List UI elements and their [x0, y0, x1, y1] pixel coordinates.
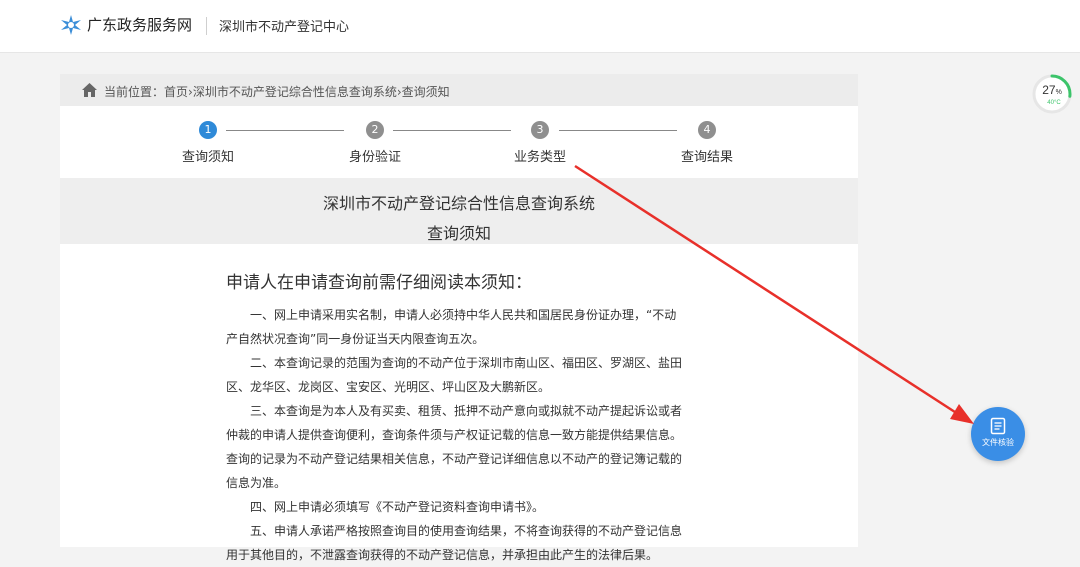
step-3-label: 业务类型: [513, 150, 566, 165]
step-1-circle: 1: [199, 121, 217, 139]
notice-content: 申请人在申请查询前需仔细阅读本须知： 一、网上申请采用实名制，申请人必须持中华人…: [226, 268, 686, 567]
step-2-label: 身份验证: [348, 150, 401, 165]
gauge-value: 27: [1042, 83, 1056, 97]
notice-heading: 申请人在申请查询前需仔细阅读本须知：: [226, 273, 532, 293]
gdzw-logo-icon[interactable]: [60, 14, 82, 36]
step-connector: [226, 130, 344, 131]
step-4-circle: 4: [698, 121, 716, 139]
main-panel: 当前位置：首页›深圳市不动产登记综合性信息查询系统›查询须知 1 2 3 4 查…: [60, 74, 858, 562]
breadcrumb-text: 当前位置：首页›深圳市不动产登记综合性信息查询系统›查询须知: [104, 83, 450, 100]
header-divider: [206, 17, 207, 35]
title-box: 深圳市不动产登记综合性信息查询系统 查询须知: [60, 178, 858, 244]
step-3-circle: 3: [531, 121, 549, 139]
progress-steps: 1 2 3 4 查询须知 身份验证 业务类型 查询结果: [60, 106, 858, 178]
breadcrumb-current: 查询须知: [401, 85, 450, 99]
file-verify-button[interactable]: 文件核验: [971, 407, 1025, 461]
center-name: 深圳市不动产登记中心: [219, 20, 350, 35]
gauge-unit: %: [1056, 89, 1062, 96]
notice-paragraph: 五、申请人承诺严格按照查询目的使用查询结果，不将查询获得的不动产登记信息用于其他…: [226, 524, 683, 562]
system-title: 深圳市不动产登记综合性信息查询系统: [322, 194, 595, 213]
site-title[interactable]: 广东政务服务网: [87, 14, 192, 35]
notice-title: 查询须知: [426, 224, 491, 243]
breadcrumb: 当前位置：首页›深圳市不动产登记综合性信息查询系统›查询须知: [60, 74, 858, 106]
home-icon: [82, 83, 97, 97]
breadcrumb-system[interactable]: 深圳市不动产登记综合性信息查询系统: [193, 85, 397, 99]
step-connector: [559, 130, 677, 131]
step-4-label: 查询结果: [680, 150, 733, 165]
breadcrumb-home[interactable]: 首页: [164, 85, 188, 99]
notice-paragraph: 三、本查询是为本人及有买卖、租赁、抵押不动产意向或拟就不动产提起诉讼或者仲裁的申…: [226, 404, 683, 490]
step-connector: [393, 130, 511, 131]
memory-gauge[interactable]: 27% 40°C: [1031, 73, 1073, 115]
step-1-label: 查询须知: [181, 150, 234, 165]
step-2-circle: 2: [366, 121, 384, 139]
file-verify-label: 文件核验: [982, 438, 1014, 447]
notice-paragraph: 二、本查询记录的范围为查询的不动产位于深圳市南山区、福田区、罗湖区、盐田区、龙华…: [226, 356, 683, 394]
top-bar: 广东政务服务网 深圳市不动产登记中心: [0, 0, 1080, 53]
document-icon: [990, 417, 1006, 435]
gauge-temp: 40°C: [1047, 100, 1061, 106]
notice-paragraph: 四、网上申请必须填写《不动产登记资料查询申请书》。: [250, 500, 545, 514]
breadcrumb-prefix: 当前位置：: [104, 85, 165, 99]
notice-paragraph: 一、网上申请采用实名制，申请人必须持中华人民共和国居民身份证办理，“不动产自然状…: [226, 308, 677, 346]
